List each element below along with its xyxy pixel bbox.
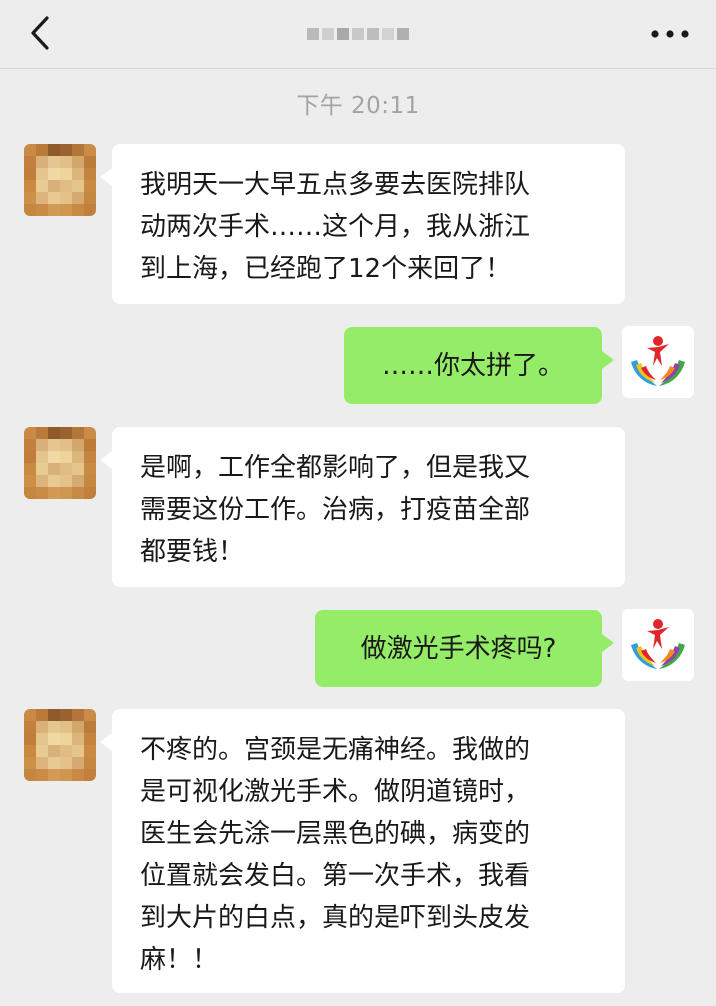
- contact-name-blurred: [300, 14, 416, 54]
- more-dots-icon: [651, 30, 689, 38]
- message-timestamp: 下午 20:11: [296, 93, 420, 119]
- avatar-mosaic: [24, 144, 96, 216]
- message-bubble-incoming[interactable]: 不疼的。宫颈是无痛神经。我做的 是可视化激光手术。做阴道镜时， 医生会先涂一层黑…: [100, 709, 625, 993]
- my-avatar[interactable]: [622, 609, 694, 681]
- avatar-mosaic: [24, 709, 96, 781]
- contact-avatar[interactable]: [24, 427, 96, 499]
- message-bubble-incoming[interactable]: 我明天一大早五点多要去医院排队 动两次手术……这个月，我从浙江 到上海，已经跑了…: [100, 144, 625, 304]
- contact-avatar[interactable]: [24, 144, 96, 216]
- charity-logo-icon: [631, 336, 685, 386]
- more-button[interactable]: [642, 14, 698, 54]
- message-bubble-outgoing[interactable]: 做激光手术疼吗?: [315, 610, 614, 687]
- charity-logo-icon: [631, 619, 685, 669]
- my-avatar[interactable]: [622, 326, 694, 398]
- chevron-left-icon: [31, 16, 49, 50]
- message-bubble-outgoing[interactable]: ……你太拼了。: [344, 327, 614, 404]
- blurred-name-mosaic: [307, 28, 409, 40]
- contact-avatar[interactable]: [24, 709, 96, 781]
- chat-header: [0, 0, 716, 69]
- avatar-mosaic: [24, 427, 96, 499]
- back-button[interactable]: [20, 10, 60, 56]
- message-bubble-incoming[interactable]: 是啊，工作全都影响了，但是我又 需要这份工作。治病，打疫苗全部 都要钱！: [100, 427, 625, 587]
